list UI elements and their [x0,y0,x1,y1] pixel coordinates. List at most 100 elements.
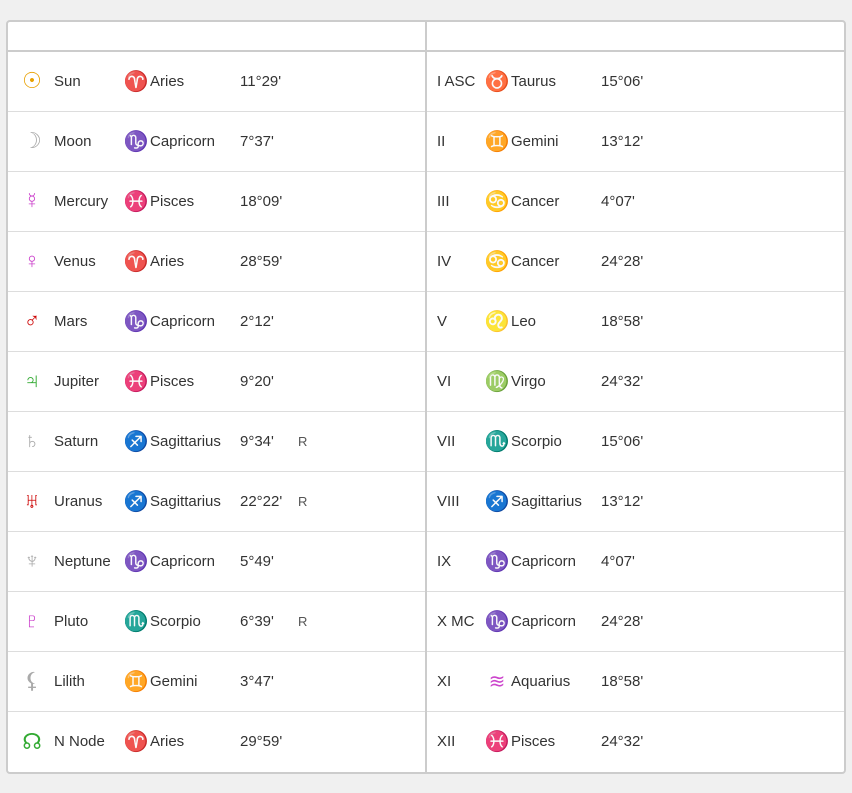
right-degree: 13°12' [601,493,659,510]
degree: 3°47' [240,673,298,690]
right-row: IV ♋ Cancer 24°28' [427,232,844,292]
right-degree: 18°58' [601,673,659,690]
planet-name: Uranus [52,493,122,510]
planet-symbol: ♄ [12,428,52,454]
planet-symbol: ☊ [12,729,52,755]
house-label: VIII [431,493,483,510]
right-sign-name: Pisces [511,733,601,750]
left-row: ♅ Uranus ♐ Sagittarius 22°22' R [8,472,425,532]
sign-symbol: ♈ [122,249,150,274]
right-degree: 24°32' [601,373,659,390]
right-degree: 15°06' [601,73,659,90]
right-degree: 4°07' [601,193,659,210]
retro: R [298,434,316,449]
left-section: ☉ Sun ♈ Aries 11°29' ☽ Moon ♑ Capricorn … [8,52,427,772]
planet-name: Mercury [52,193,122,210]
right-sign-symbol: ♑ [483,549,511,574]
sign-symbol: ♐ [122,489,150,514]
degree: 29°59' [240,733,298,750]
sign-name: Capricorn [150,553,240,570]
sign-name: Capricorn [150,133,240,150]
degree: 6°39' [240,613,298,630]
right-row: V ♌ Leo 18°58' [427,292,844,352]
sign-symbol: ♈ [122,69,150,94]
planet-name: Venus [52,253,122,270]
left-row: ♀ Venus ♈ Aries 28°59' [8,232,425,292]
retro: R [298,494,316,509]
sign-symbol: ♐ [122,429,150,454]
sign-symbol: ♊ [122,669,150,694]
sign-name: Scorpio [150,613,240,630]
sign-symbol: ♑ [122,309,150,334]
house-label: XI [431,673,483,690]
house-label: X MC [431,613,483,630]
right-degree: 24°28' [601,613,659,630]
degree: 7°37' [240,133,298,150]
house-label: VII [431,433,483,450]
right-row: X MC ♑ Capricorn 24°28' [427,592,844,652]
left-row: ☽ Moon ♑ Capricorn 7°37' [8,112,425,172]
right-sign-symbol: ♊ [483,129,511,154]
house-label: II [431,133,483,150]
sign-symbol: ♓ [122,369,150,394]
left-row: ⚸ Lilith ♊ Gemini 3°47' [8,652,425,712]
sign-name: Pisces [150,193,240,210]
sign-name: Gemini [150,673,240,690]
right-section: I ASC ♉ Taurus 15°06' II ♊ Gemini 13°12'… [427,52,844,772]
right-sign-name: Aquarius [511,673,601,690]
degree: 18°09' [240,193,298,210]
right-sign-symbol: ♑ [483,609,511,634]
right-sign-symbol: ♏ [483,429,511,454]
planet-symbol: ♇ [12,608,52,634]
right-sign-name: Leo [511,313,601,330]
rows-container: ☉ Sun ♈ Aries 11°29' ☽ Moon ♑ Capricorn … [8,52,844,772]
right-row: VII ♏ Scorpio 15°06' [427,412,844,472]
planet-symbol: ⚸ [12,668,52,694]
planet-symbol: ♅ [12,488,52,514]
degree: 2°12' [240,313,298,330]
house-label: III [431,193,483,210]
right-row: III ♋ Cancer 4°07' [427,172,844,232]
right-sign-symbol: ♉ [483,69,511,94]
planet-name: Pluto [52,613,122,630]
house-label: V [431,313,483,330]
right-row: XI ≋ Aquarius 18°58' [427,652,844,712]
right-degree: 18°58' [601,313,659,330]
right-row: I ASC ♉ Taurus 15°06' [427,52,844,112]
planet-name: N Node [52,733,122,750]
right-sign-symbol: ≋ [483,669,511,694]
right-sign-name: Cancer [511,193,601,210]
planet-symbol: ☽ [12,128,52,154]
sign-symbol: ♓ [122,189,150,214]
planet-symbol: ♃ [12,368,52,394]
right-sign-symbol: ♍ [483,369,511,394]
planet-name: Mars [52,313,122,330]
right-degree: 13°12' [601,133,659,150]
planet-symbol: ♀ [12,248,52,274]
sign-symbol: ♏ [122,609,150,634]
right-sign-name: Capricorn [511,553,601,570]
sign-name: Aries [150,73,240,90]
left-row: ♆ Neptune ♑ Capricorn 5°49' [8,532,425,592]
right-sign-name: Gemini [511,133,601,150]
right-row: VIII ♐ Sagittarius 13°12' [427,472,844,532]
table-headers [8,22,844,52]
right-degree: 15°06' [601,433,659,450]
right-sign-name: Capricorn [511,613,601,630]
sign-name: Sagittarius [150,493,240,510]
right-sign-name: Taurus [511,73,601,90]
planet-symbol: ☉ [12,68,52,94]
right-sign-symbol: ♌ [483,309,511,334]
right-row: VI ♍ Virgo 24°32' [427,352,844,412]
sign-name: Capricorn [150,313,240,330]
house-label: IX [431,553,483,570]
house-label: IV [431,253,483,270]
left-row: ☿ Mercury ♓ Pisces 18°09' [8,172,425,232]
house-label: XII [431,733,483,750]
planet-name: Jupiter [52,373,122,390]
right-sign-symbol: ♓ [483,729,511,754]
planet-symbol: ☿ [12,188,52,214]
right-row: XII ♓ Pisces 24°32' [427,712,844,772]
right-sign-symbol: ♋ [483,249,511,274]
right-row: IX ♑ Capricorn 4°07' [427,532,844,592]
